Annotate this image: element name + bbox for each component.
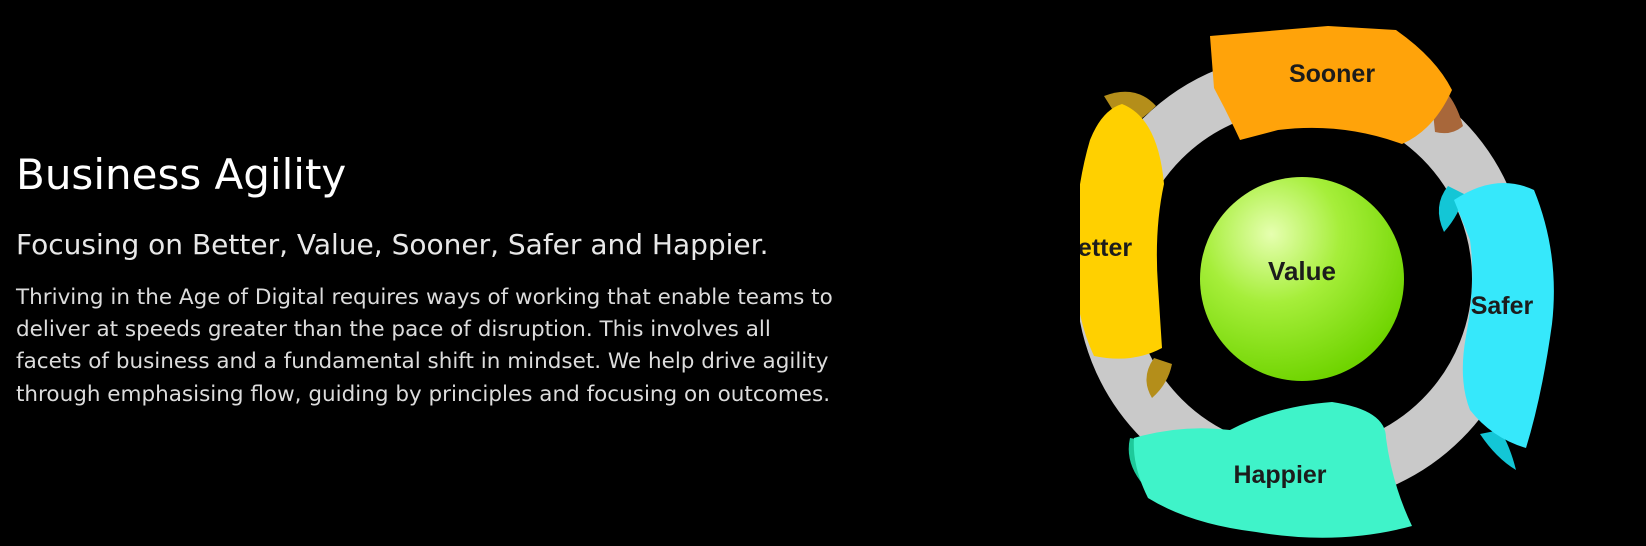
body-paragraph: Thriving in the Age of Digital requires …	[16, 284, 833, 407]
agility-cycle-diagram: Sooner Better Safer Happier Value	[1080, 26, 1554, 538]
page-title: Business Agility	[16, 150, 347, 199]
value-core: Value	[1200, 177, 1404, 381]
segment-label-safer: Safer	[1471, 292, 1534, 320]
page-subtitle: Focusing on Better, Value, Sooner, Safer…	[16, 228, 769, 262]
intro-section: Business Agility Focusing on Better, Val…	[16, 150, 836, 411]
center-label-value: Value	[1268, 256, 1336, 286]
segment-label-happier: Happier	[1233, 461, 1326, 489]
segment-label-better: Better	[1080, 234, 1132, 262]
segment-label-sooner: Sooner	[1289, 60, 1375, 88]
segment-sooner: Sooner	[1210, 26, 1463, 144]
